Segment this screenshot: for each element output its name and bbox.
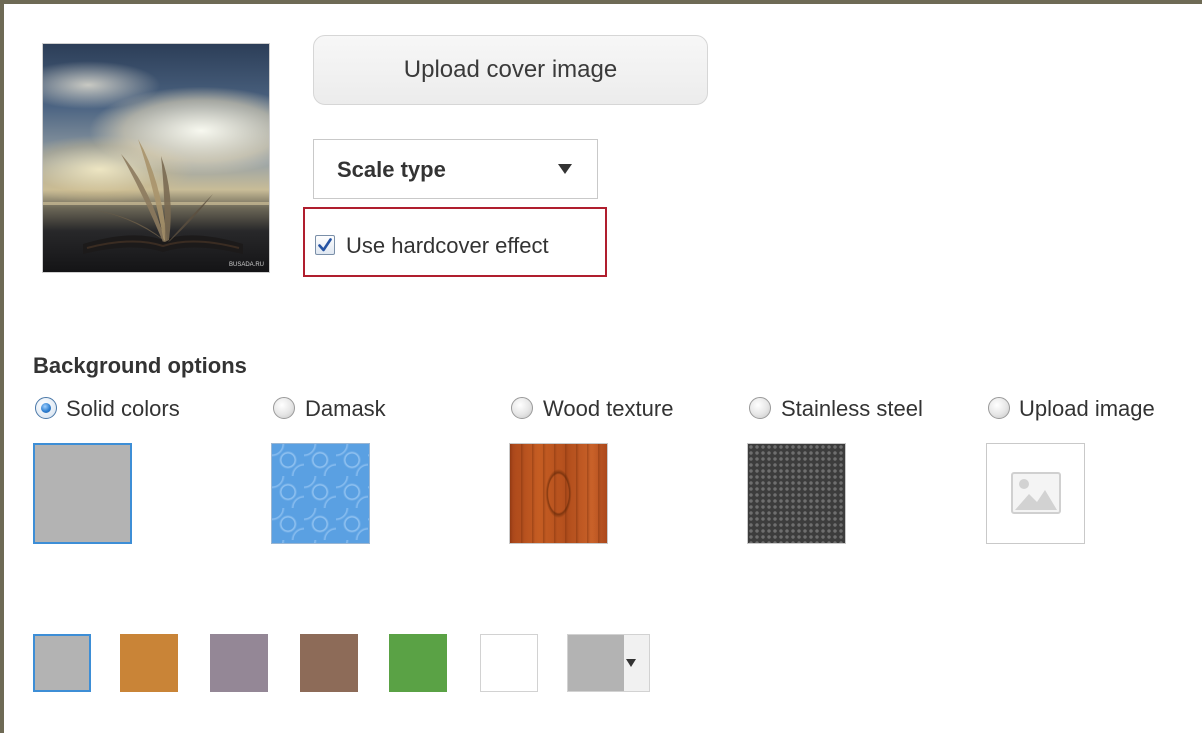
radio-damask[interactable] xyxy=(273,397,295,419)
stainless-steel-preview[interactable] xyxy=(747,443,846,544)
color-swatch-brown[interactable] xyxy=(300,634,358,692)
scale-type-dropdown[interactable]: Scale type xyxy=(313,139,598,199)
color-swatch-orange[interactable] xyxy=(120,634,178,692)
checkmark-icon xyxy=(318,238,332,252)
dropdown-caret-icon xyxy=(558,164,572,174)
color-swatch-gray[interactable] xyxy=(33,634,91,692)
hardcover-label: Use hardcover effect xyxy=(346,233,549,258)
open-book-image: BUSADA.RU xyxy=(43,139,269,268)
custom-color-picker[interactable] xyxy=(567,634,650,692)
hardcover-checkbox[interactable] xyxy=(315,235,335,255)
solid-colors-preview[interactable] xyxy=(33,443,132,544)
radio-damask-label[interactable]: Damask xyxy=(305,396,386,422)
color-swatch-green[interactable] xyxy=(389,634,447,692)
damask-preview[interactable] xyxy=(271,443,370,544)
thumbnail-watermark: BUSADA.RU xyxy=(229,262,264,268)
upload-cover-image-button[interactable]: Upload cover image xyxy=(313,35,708,105)
radio-stainless-steel[interactable] xyxy=(749,397,771,419)
scale-type-label: Scale type xyxy=(337,157,446,182)
window-frame-top xyxy=(0,0,1202,4)
custom-color-fill xyxy=(568,635,624,691)
radio-upload-image[interactable] xyxy=(988,397,1010,419)
dropdown-caret-icon xyxy=(626,659,636,667)
upload-image-preview[interactable] xyxy=(986,443,1085,544)
radio-stainless-steel-label[interactable]: Stainless steel xyxy=(781,396,923,422)
cover-image-thumbnail: BUSADA.RU xyxy=(43,44,269,272)
window-frame-left xyxy=(0,0,4,733)
radio-solid-colors[interactable] xyxy=(35,397,57,419)
radio-solid-colors-label[interactable]: Solid colors xyxy=(66,396,180,422)
wood-texture-preview[interactable] xyxy=(509,443,608,544)
image-placeholder-icon xyxy=(1011,472,1061,514)
radio-upload-image-label[interactable]: Upload image xyxy=(1019,396,1155,422)
background-options-title: Background options xyxy=(33,353,247,378)
color-swatch-mauve[interactable] xyxy=(210,634,268,692)
color-swatch-white[interactable] xyxy=(480,634,538,692)
radio-wood-texture-label[interactable]: Wood texture xyxy=(543,396,673,422)
radio-wood-texture[interactable] xyxy=(511,397,533,419)
